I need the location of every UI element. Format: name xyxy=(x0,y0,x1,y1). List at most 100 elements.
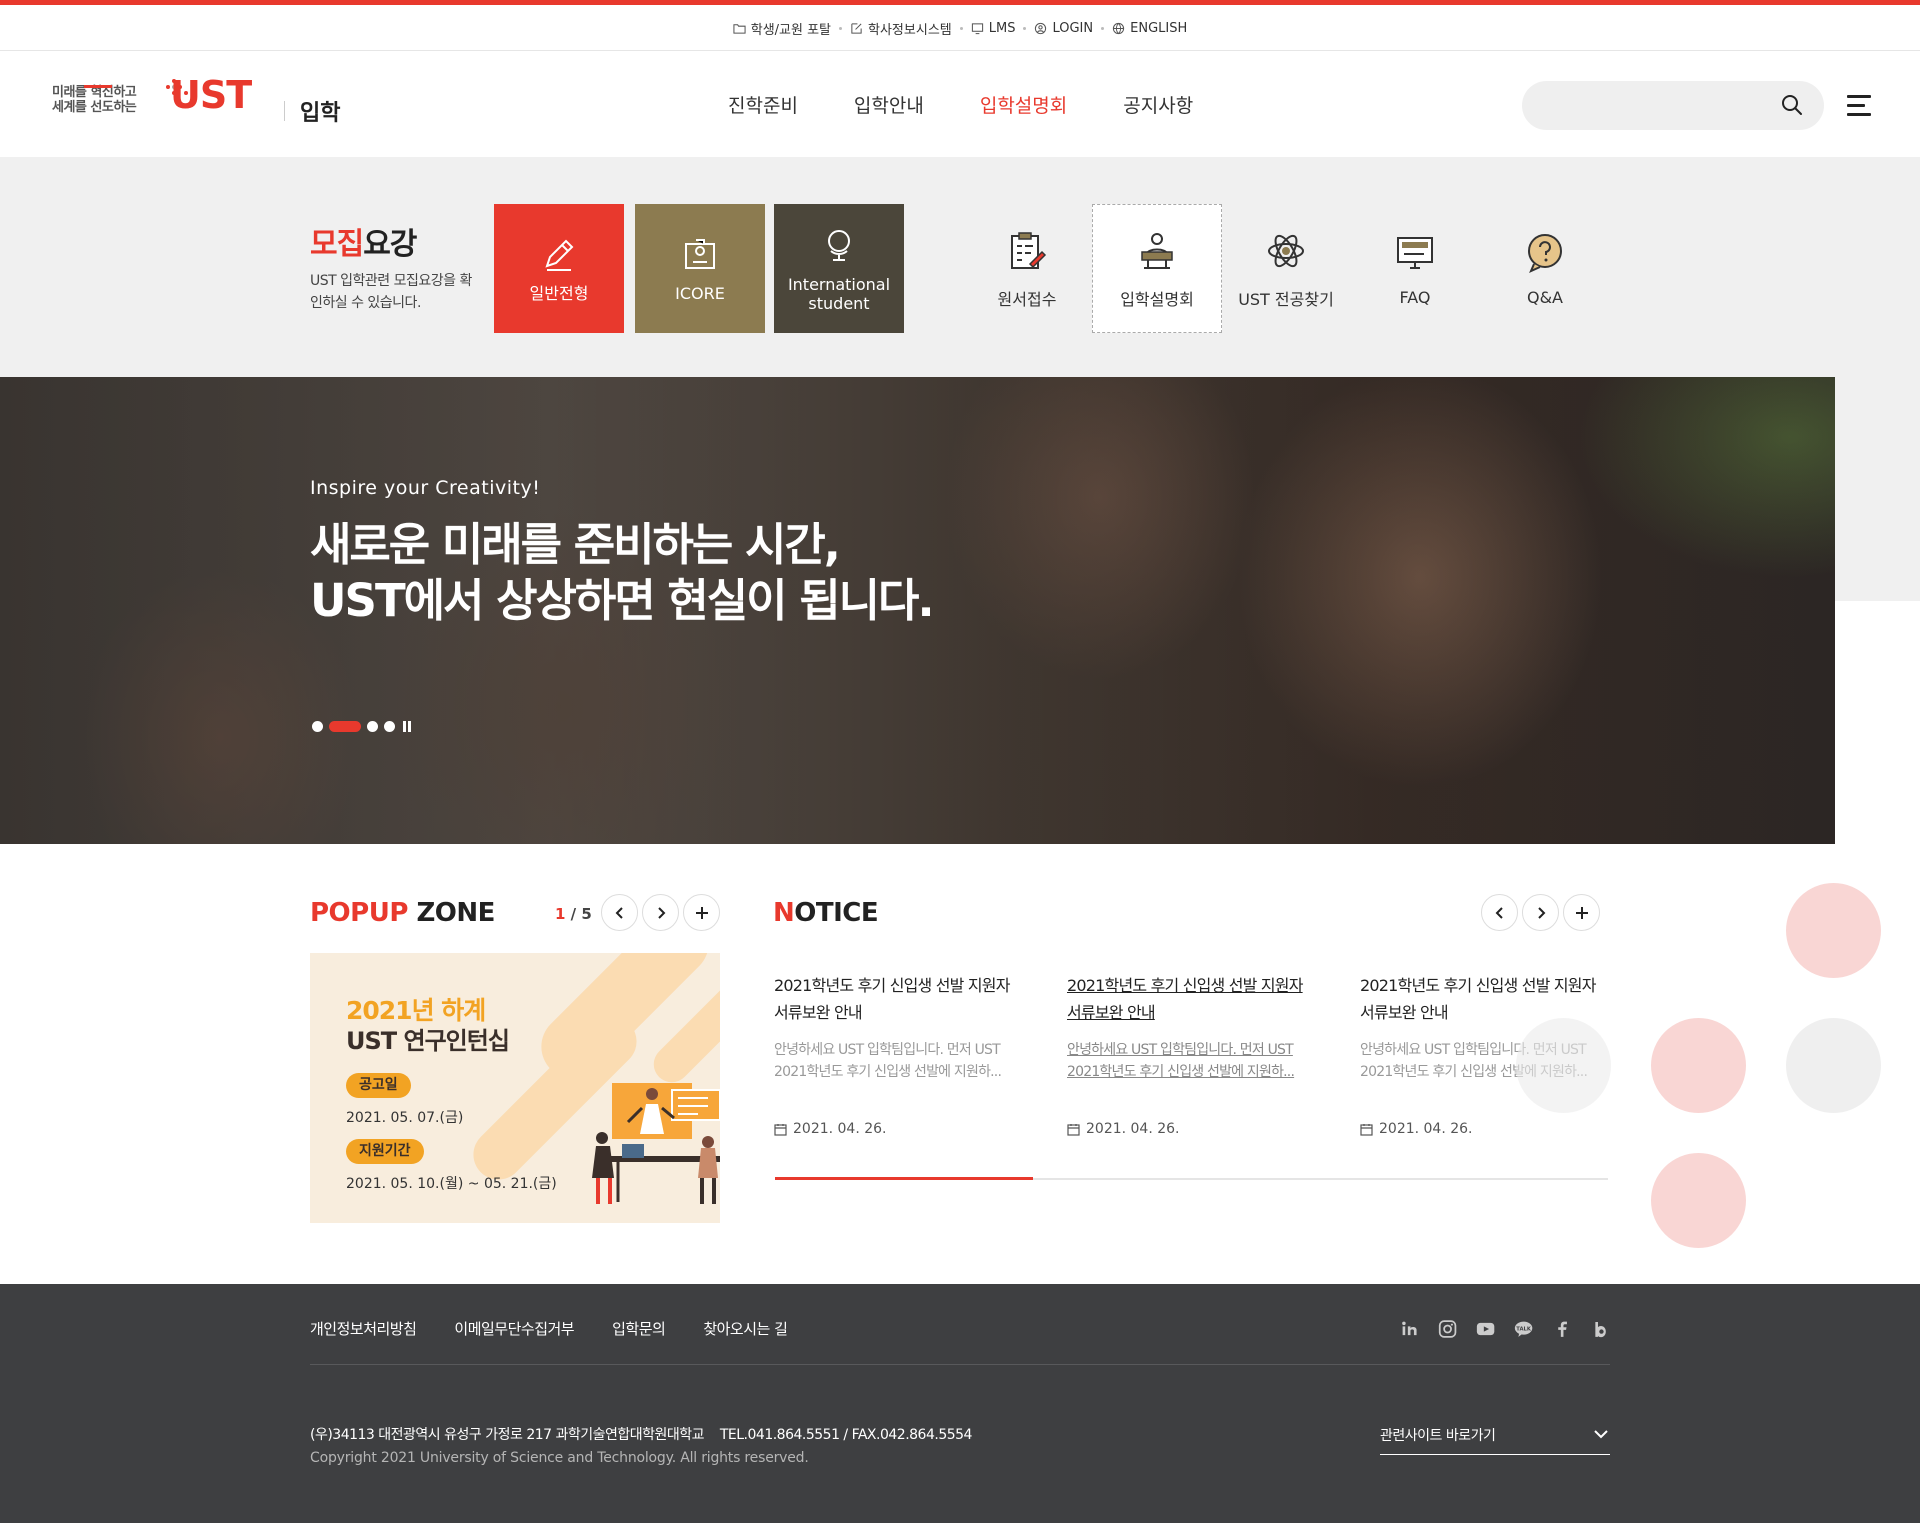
logo-slogan: 미래를 혁신하고 세계를 선도하는 xyxy=(52,85,137,115)
admission-briefing-label: 입학설명회 xyxy=(1120,289,1194,309)
instagram-icon[interactable] xyxy=(1438,1318,1457,1340)
popup-badge-notice-date: 공고일 xyxy=(346,1073,411,1098)
footer-link-directions[interactable]: 찾아오시는 길 xyxy=(703,1318,788,1339)
calendar-icon xyxy=(774,1123,787,1136)
user-icon xyxy=(1035,22,1047,34)
lms-link[interactable]: LMS xyxy=(963,21,1024,36)
notice-item-title[interactable]: 2021학년도 후기 신입생 선발 지원자 서류보완 안내 xyxy=(1067,972,1317,1026)
kakaotalk-icon[interactable]: TALK xyxy=(1514,1318,1533,1340)
notice-item-summary: 안녕하세요 UST 입학팀입니다. 먼저 UST 2021학년도 후기 신입생 … xyxy=(1067,1042,1295,1080)
major-finder-label: UST 전공찾기 xyxy=(1238,289,1334,309)
popup-counter: 1 / 5 xyxy=(555,905,592,923)
quick-section-background xyxy=(1834,377,1920,601)
linkedin-icon[interactable] xyxy=(1400,1318,1419,1340)
hero-dot-3[interactable] xyxy=(367,720,378,732)
ust-logo[interactable]: 미래를 혁신하고 세계를 선도하는 UST 입학 xyxy=(52,71,352,137)
icore-button[interactable]: ICORE xyxy=(635,204,765,333)
decorative-circle xyxy=(1516,1018,1611,1113)
folder-icon xyxy=(733,23,746,34)
meeting-illustration xyxy=(592,1083,720,1204)
main-navigation: 진학준비 입학안내 입학설명회 공지사항 xyxy=(700,51,1221,157)
hero-dot-1[interactable] xyxy=(312,720,323,732)
hero-title-line-2: UST에서 상상하면 현실이 됩니다. xyxy=(310,574,935,627)
plus-icon xyxy=(1575,906,1588,919)
international-student-button[interactable]: International student xyxy=(774,204,904,333)
hero-dot-2[interactable] xyxy=(329,720,361,732)
popup-more-button[interactable] xyxy=(683,894,720,931)
popup-badge-period: 지원기간 xyxy=(346,1139,424,1164)
chevron-left-icon xyxy=(615,906,623,919)
notice-item-date: 2021. 04. 26. xyxy=(1360,1121,1610,1137)
nav-item-notices[interactable]: 공지사항 xyxy=(1095,91,1221,118)
notice-item[interactable]: 2021학년도 후기 신입생 선발 지원자 서류보완 안내 안녕하세요 UST … xyxy=(774,972,1024,1137)
general-admission-button[interactable]: 일반전형 xyxy=(494,204,624,333)
pause-icon[interactable] xyxy=(403,720,411,732)
notice-more-button[interactable] xyxy=(1563,894,1600,931)
notice-item-title[interactable]: 2021학년도 후기 신입생 선발 지원자 서류보완 안내 xyxy=(774,972,1024,1026)
decorative-circle xyxy=(1651,1018,1746,1113)
footer-address: (우)34113 대전광역시 유성구 가정로 217 과학기술연합대학원대학교 … xyxy=(310,1427,972,1443)
nav-item-preparation[interactable]: 진학준비 xyxy=(700,91,826,118)
lms-label: LMS xyxy=(988,20,1016,36)
footer-link-email-policy[interactable]: 이메일무단수집거부 xyxy=(454,1318,574,1339)
footer: 개인정보처리방침 이메일무단수집거부 입학문의 찾아오시는 길 TALK (우)… xyxy=(0,1284,1920,1523)
svg-text:TALK: TALK xyxy=(1517,1326,1533,1332)
popup-prev-button[interactable] xyxy=(601,894,638,931)
calendar-icon xyxy=(1067,1123,1080,1136)
popup-notice-date: 2021. 05. 07.(금) xyxy=(346,1110,464,1126)
hamburger-menu-icon[interactable] xyxy=(1847,95,1871,117)
qna-link[interactable]: Q&A xyxy=(1480,204,1610,333)
decorative-circle xyxy=(1786,883,1881,978)
youtube-icon[interactable] xyxy=(1476,1318,1495,1340)
monitor-icon xyxy=(971,22,983,34)
nav-item-admission-guide[interactable]: 입학안내 xyxy=(826,91,952,118)
academic-system-link[interactable]: 학사정보시스템 xyxy=(842,19,960,38)
footer-copyright: Copyright 2021 University of Science and… xyxy=(310,1450,809,1466)
pencil-icon xyxy=(545,239,574,271)
popup-zone-title: POPUP ZONE xyxy=(310,898,495,928)
question-bubble-icon xyxy=(1528,234,1562,273)
facebook-icon[interactable] xyxy=(1553,1318,1572,1340)
clipboard-icon xyxy=(1011,231,1047,269)
notice-progress-bar xyxy=(775,1177,1608,1180)
notice-prev-button[interactable] xyxy=(1481,894,1518,931)
faq-link[interactable]: FAQ xyxy=(1350,204,1480,333)
notice-item[interactable]: 2021학년도 후기 신입생 선발 지원자 서류보완 안내 안녕하세요 UST … xyxy=(1067,972,1317,1137)
footer-link-privacy[interactable]: 개인정보처리방침 xyxy=(310,1318,417,1339)
hero-dot-4[interactable] xyxy=(384,720,395,732)
qna-label: Q&A xyxy=(1526,288,1563,307)
login-label: LOGIN xyxy=(1052,20,1094,36)
search-input[interactable] xyxy=(1522,81,1824,130)
slogan-line-2: 세계를 선도하는 xyxy=(52,100,137,115)
chevron-down-icon xyxy=(1594,1430,1608,1439)
popup-next-button[interactable] xyxy=(642,894,679,931)
blog-icon[interactable] xyxy=(1591,1318,1610,1340)
hero-title-line-1: 새로운 미래를 준비하는 시간, xyxy=(310,518,841,571)
admission-briefing-link[interactable]: 입학설명회 xyxy=(1092,204,1222,333)
family-site-select[interactable]: 관련사이트 바로가기 xyxy=(1380,1419,1610,1455)
popup-card[interactable]: 2021년 하계 UST 연구인턴십 공고일 2021. 05. 07.(금) … xyxy=(310,953,720,1223)
faq-label: FAQ xyxy=(1399,288,1431,307)
chevron-right-icon xyxy=(657,906,665,919)
english-link[interactable]: ENGLISH xyxy=(1104,21,1195,36)
major-finder-link[interactable]: UST 전공찾기 xyxy=(1221,204,1351,333)
footer-link-inquiry[interactable]: 입학문의 xyxy=(612,1318,666,1339)
login-link[interactable]: LOGIN xyxy=(1026,21,1101,36)
edit-icon xyxy=(851,22,862,34)
international-student-label: International student xyxy=(787,274,891,313)
hero-pagination xyxy=(312,720,411,732)
screen-icon xyxy=(1397,237,1433,269)
search-icon[interactable] xyxy=(1780,93,1804,117)
popup-period-date: 2021. 05. 10.(월) ~ 05. 21.(금) xyxy=(346,1176,557,1192)
academic-system-label: 학사정보시스템 xyxy=(868,22,952,38)
english-label: ENGLISH xyxy=(1130,20,1188,36)
application-link[interactable]: 원서접수 xyxy=(962,204,1092,333)
portal-link[interactable]: 학생/교원 포탈 xyxy=(725,19,839,38)
hero-title: 새로운 미래를 준비하는 시간, UST에서 상상하면 현실이 됩니다. xyxy=(310,517,935,629)
notice-item-summary: 안녕하세요 UST 입학팀입니다. 먼저 UST 2021학년도 후기 신입생 … xyxy=(774,1042,1002,1080)
notice-next-button[interactable] xyxy=(1522,894,1559,931)
footer-links: 개인정보처리방침 이메일무단수집거부 입학문의 찾아오시는 길 xyxy=(310,1318,788,1339)
nav-item-admission-briefing[interactable]: 입학설명회 xyxy=(952,91,1095,118)
notice-item-date: 2021. 04. 26. xyxy=(774,1121,1024,1137)
general-admission-label: 일반전형 xyxy=(529,284,589,303)
